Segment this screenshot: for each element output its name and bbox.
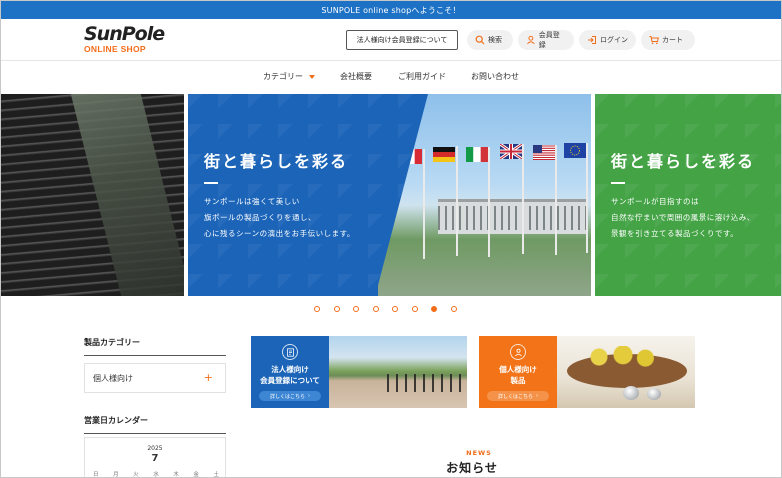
personal-details-button[interactable]: 詳しくはこちら › [487,391,549,401]
slider-dot[interactable] [450,306,457,312]
slide-main-text: サンポールは強くて美しい 旗ポールの製品づくりを通し、 心に残るシーンの演出をお… [204,194,355,242]
slide-main[interactable]: 街と暮らしを彩る サンポールは強くて美しい 旗ポールの製品づくりを通し、 心に残… [188,94,591,296]
page-frame: SUNPOLE online shopへようこそ！ SunPole ONLINE… [0,0,782,478]
slider-dot[interactable] [314,306,320,312]
building-windows [438,206,588,230]
slide-next-line: サンポールが目指すのは [611,197,699,206]
bollard-posts [70,94,184,296]
plus-icon[interactable]: + [204,371,213,384]
slide-next[interactable]: 街と暮らしを彩る サンポールが目指すのは 自然な佇まいで周囲の風景に溶け込み、 … [595,94,781,296]
flagpole [488,147,490,257]
flagpole [456,146,458,256]
corporate-banner-photo [329,336,467,408]
flagpole [555,145,557,255]
corporate-registration-button[interactable]: 法人様向け会員登録について [346,30,458,50]
search-button[interactable]: 検索 [467,30,513,50]
corporate-banner-panel: 法人様向け 会員登録について 詳しくはこちら › [251,336,329,408]
slide-photo-bollards [1,94,184,296]
hero-slider[interactable]: 街と暮らしを彩る サンポールは強くて美しい 旗ポールの製品づくりを通し、 心に残… [1,94,781,296]
slider-dot[interactable] [431,306,437,312]
slide-main-line: 心に残るシーンの演出をお手伝いします。 [204,229,355,238]
search-icon [475,35,485,45]
calendar-heading: 営業日カレンダー [84,415,226,434]
corporate-banner[interactable]: 法人様向け 会員登録について 詳しくはこちら › [251,336,467,408]
login-label: ログイン [600,36,628,44]
register-button[interactable]: 会員登録 [518,30,574,50]
corporate-banner-text: 法人様向け 会員登録について [260,365,320,385]
corporate-details-button[interactable]: 詳しくはこちら › [259,391,321,401]
personal-banner[interactable]: 個人様向け 製品 詳しくはこちら › [479,336,695,408]
slide-divider [611,182,625,184]
login-button[interactable]: ログイン [579,30,636,50]
site-header: SunPole ONLINE SHOP 法人様向け会員登録について 検索 会員登… [1,19,781,61]
slide-main-title: 街と暮らしを彩る [204,152,349,171]
slide-next-text: サンポールが目指すのは 自然な佇まいで周囲の風景に溶け込み、 景観を引き立てる製… [611,194,755,242]
category-heading: 製品カテゴリー [84,337,226,356]
cart-button[interactable]: カート [641,30,695,50]
flag-eu-icon [564,143,586,158]
slider-dot[interactable] [353,306,359,312]
slide-next-line: 景観を引き立てる製品づくりです。 [611,229,739,238]
welcome-text: SUNPOLE online shopへようこそ！ [321,5,461,15]
nav-category[interactable]: カテゴリー [263,71,315,82]
flag-germany-icon [433,147,455,162]
person-icon [510,344,526,360]
silver-ornament [647,388,661,400]
corporate-registration-label: 法人様向け会員登録について [356,36,448,44]
logo-brand: SunPole [84,23,165,45]
chevron-down-icon [309,74,315,79]
nav-category-label: カテゴリー [263,72,303,81]
sunpole-logo[interactable]: SunPole ONLINE SHOP [84,25,165,55]
nav-guide[interactable]: ご利用ガイド [398,71,446,82]
flagpole [522,144,524,254]
slider-dot[interactable] [411,306,418,312]
flag-italy-icon [466,147,488,162]
category-item-label: 個人様向け [93,373,133,383]
personal-banner-photo [557,336,695,408]
slide-divider [204,182,218,184]
flagpole [423,149,425,259]
personal-details-label: 詳しくはこちら [497,393,533,400]
category-item-personal[interactable]: 個人様向け + [84,363,226,393]
lemons [583,346,663,368]
slider-dot[interactable] [333,306,340,312]
logo-sub: ONLINE SHOP [84,44,146,54]
flag-usa-icon [533,145,555,160]
slide-main-line: 旗ポールの製品づくりを通し、 [204,213,316,222]
cart-icon [649,36,659,45]
slider-dot[interactable] [372,306,379,312]
main-nav: カテゴリー 会社概要 ご利用ガイド お問い合わせ [1,62,781,92]
silver-ornament [623,386,639,400]
welcome-bar: SUNPOLE online shopへようこそ！ [1,1,781,19]
flag-uk-icon [500,144,522,159]
news-title: お知らせ [446,461,498,475]
slider-dot[interactable] [392,306,398,312]
slide-main-line: サンポールは強くて美しい [204,197,300,206]
user-icon [527,35,535,45]
flagpole [586,143,588,253]
bollard-row [387,374,467,392]
cart-label: カート [662,36,683,44]
register-label: 会員登録 [538,31,560,49]
slide-next-line: 自然な佇まいで周囲の風景に溶け込み、 [611,213,755,222]
news-label: NEWS [466,449,492,457]
chevron-right-icon: › [536,393,538,399]
nav-contact[interactable]: お問い合わせ [471,71,519,82]
search-label: 検索 [488,36,502,44]
corporate-details-label: 詳しくはこちら [269,393,305,400]
nav-company[interactable]: 会社概要 [340,71,372,82]
chevron-right-icon: › [308,393,310,399]
personal-banner-text: 個人様向け 製品 [499,365,537,385]
document-icon [282,344,298,360]
personal-banner-panel: 個人様向け 製品 詳しくはこちら › [479,336,557,408]
slide-next-title: 街と暮らしを彩る [611,152,756,171]
slider-pagination [314,306,457,312]
login-icon [588,36,596,44]
